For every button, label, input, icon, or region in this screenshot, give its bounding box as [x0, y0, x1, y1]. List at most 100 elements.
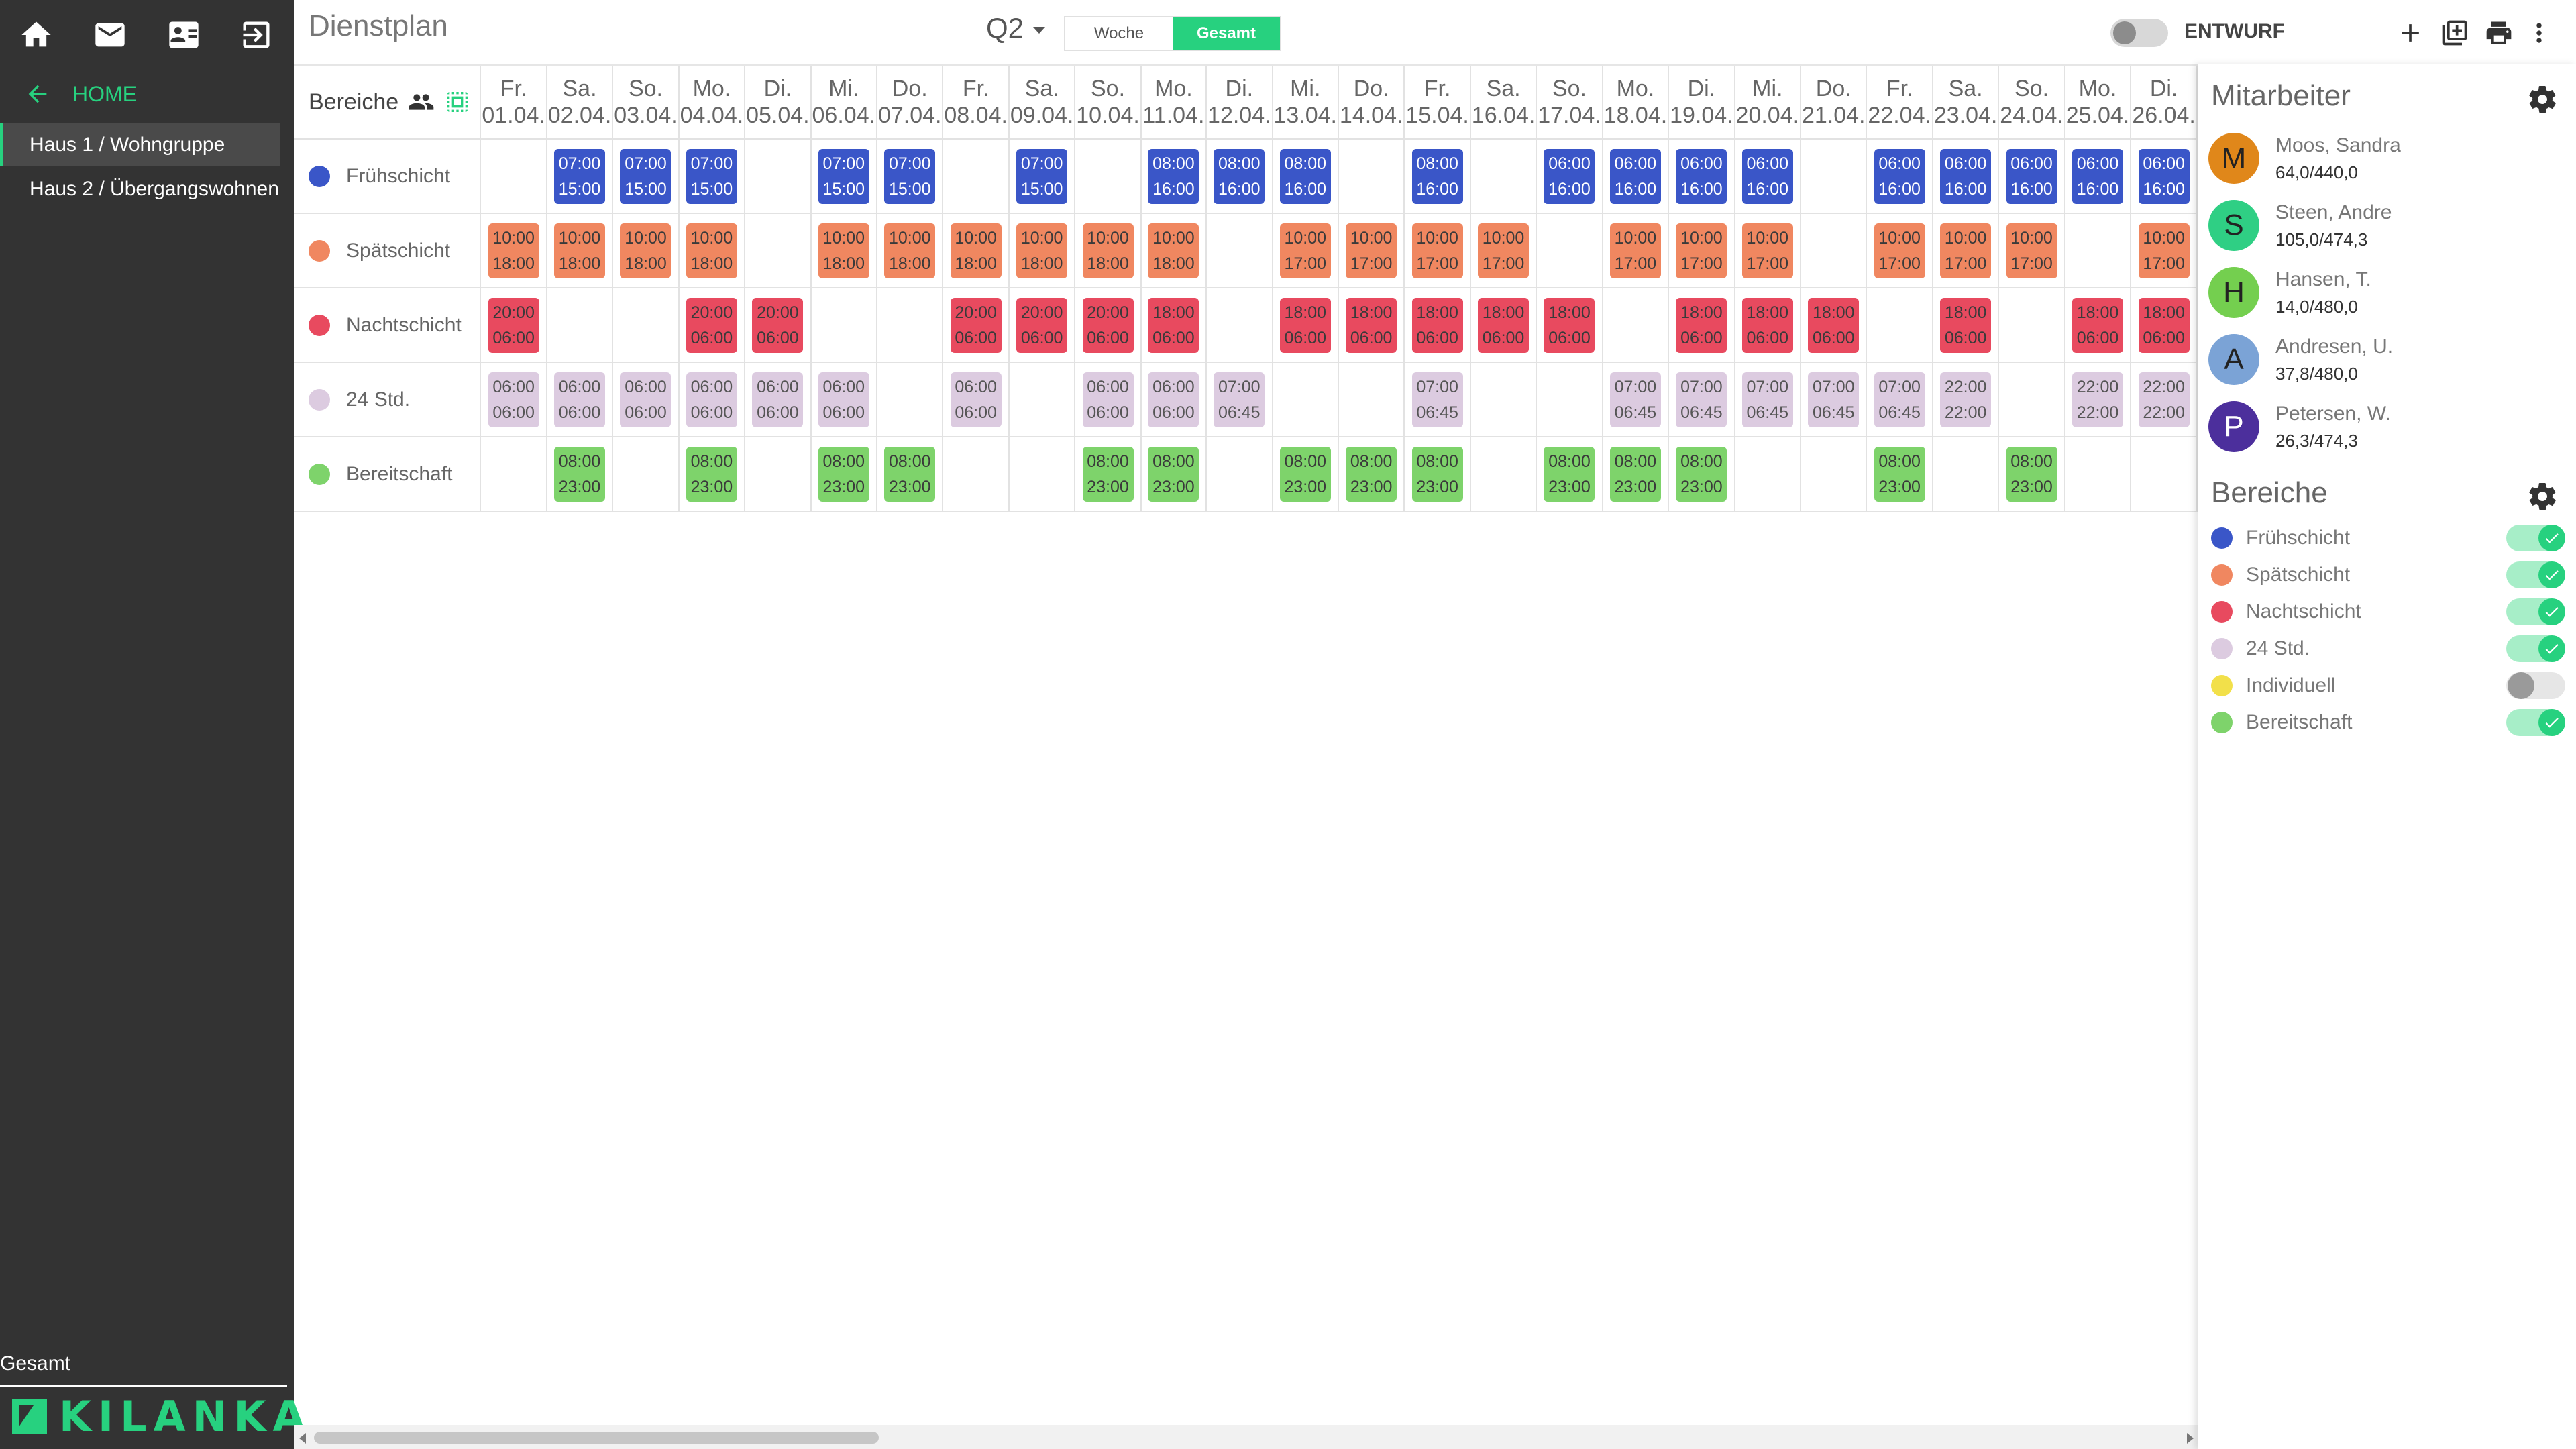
day-cell[interactable]: 10:00 18:00: [1075, 213, 1142, 288]
areas-settings-gear-icon[interactable]: [2526, 480, 2559, 513]
shift-chip[interactable]: 08:00 23:00: [1346, 446, 1397, 502]
day-cell[interactable]: [546, 288, 614, 363]
shift-chip[interactable]: 06:00 06:00: [686, 372, 737, 427]
day-cell[interactable]: 10:00 18:00: [678, 213, 746, 288]
day-header[interactable]: Fr. 15.04.: [1404, 66, 1471, 140]
day-header[interactable]: So. 17.04.: [1536, 66, 1603, 140]
day-cell[interactable]: 10:00 17:00: [2131, 213, 2198, 288]
people-icon[interactable]: [408, 89, 435, 115]
shift-chip[interactable]: 10:00 17:00: [1279, 223, 1331, 278]
day-cell[interactable]: 20:00 06:00: [1008, 288, 1076, 363]
day-cell[interactable]: 06:00 06:00: [480, 362, 547, 437]
day-header[interactable]: Fr. 22.04.: [1866, 66, 1933, 140]
logout-icon[interactable]: [232, 12, 280, 58]
day-cell[interactable]: 10:00 18:00: [810, 213, 878, 288]
day-cell[interactable]: [480, 437, 547, 512]
day-cell[interactable]: 20:00 06:00: [1075, 288, 1142, 363]
employees-settings-gear-icon[interactable]: [2526, 83, 2559, 115]
shift-chip[interactable]: 10:00 18:00: [950, 223, 1002, 278]
day-header[interactable]: Di. 19.04.: [1668, 66, 1735, 140]
day-cell[interactable]: [1008, 437, 1076, 512]
shift-chip[interactable]: 10:00 18:00: [686, 223, 737, 278]
day-cell[interactable]: 08:00 23:00: [1668, 437, 1735, 512]
day-cell[interactable]: 20:00 06:00: [480, 288, 547, 363]
day-cell[interactable]: 07:00 15:00: [678, 139, 746, 214]
day-header[interactable]: Sa. 09.04.: [1008, 66, 1076, 140]
shift-chip[interactable]: 20:00 06:00: [950, 297, 1002, 353]
day-cell[interactable]: 07:00 06:45: [1801, 362, 1868, 437]
plus-icon[interactable]: [2392, 15, 2428, 51]
day-cell[interactable]: [612, 437, 680, 512]
mail-icon[interactable]: [86, 12, 134, 58]
shift-chip[interactable]: 18:00 06:00: [1411, 297, 1463, 353]
shift-chip[interactable]: 10:00 18:00: [554, 223, 606, 278]
shift-chip[interactable]: 07:00 15:00: [554, 148, 606, 204]
shift-chip[interactable]: 10:00 18:00: [1082, 223, 1134, 278]
day-cell[interactable]: 06:00 16:00: [1866, 139, 1933, 214]
shift-chip[interactable]: 06:00 16:00: [2072, 148, 2123, 204]
day-cell[interactable]: 10:00 17:00: [1734, 213, 1802, 288]
shift-chip[interactable]: 10:00 17:00: [2138, 223, 2190, 278]
day-cell[interactable]: 10:00 17:00: [1668, 213, 1735, 288]
shift-chip[interactable]: 07:00 15:00: [1016, 148, 1068, 204]
area-toggle[interactable]: [2506, 525, 2565, 551]
day-cell[interactable]: 08:00 23:00: [1998, 437, 2065, 512]
day-cell[interactable]: 18:00 06:00: [1932, 288, 2000, 363]
day-cell[interactable]: 18:00 06:00: [1272, 288, 1339, 363]
day-cell[interactable]: 06:00 06:00: [546, 362, 614, 437]
day-cell[interactable]: 07:00 06:45: [1668, 362, 1735, 437]
day-cell[interactable]: 10:00 17:00: [1866, 213, 1933, 288]
shift-chip[interactable]: 08:00 16:00: [1148, 148, 1199, 204]
shift-chip[interactable]: 06:00 06:00: [950, 372, 1002, 427]
day-cell[interactable]: 18:00 06:00: [2064, 288, 2132, 363]
day-header[interactable]: Di. 26.04.: [2131, 66, 2198, 140]
day-cell[interactable]: [877, 362, 944, 437]
shift-chip[interactable]: 06:00 06:00: [620, 372, 672, 427]
day-cell[interactable]: 07:00 06:45: [1404, 362, 1471, 437]
day-cell[interactable]: 07:00 06:45: [1734, 362, 1802, 437]
shift-chip[interactable]: 10:00 18:00: [488, 223, 539, 278]
day-header[interactable]: Mo. 25.04.: [2064, 66, 2132, 140]
day-cell[interactable]: 20:00 06:00: [943, 288, 1010, 363]
day-cell[interactable]: 10:00 18:00: [1140, 213, 1208, 288]
day-cell[interactable]: [1470, 437, 1538, 512]
day-header[interactable]: Mo. 04.04.: [678, 66, 746, 140]
day-cell[interactable]: [1734, 437, 1802, 512]
day-cell[interactable]: [745, 437, 812, 512]
day-cell[interactable]: 10:00 17:00: [1272, 213, 1339, 288]
day-cell[interactable]: [1801, 213, 1868, 288]
day-header[interactable]: Do. 14.04.: [1338, 66, 1405, 140]
shift-chip[interactable]: 10:00 17:00: [1940, 223, 1992, 278]
shift-chip[interactable]: 22:00 22:00: [2072, 372, 2123, 427]
day-cell[interactable]: 18:00 06:00: [1734, 288, 1802, 363]
day-cell[interactable]: 18:00 06:00: [1536, 288, 1603, 363]
shift-chip[interactable]: 08:00 23:00: [818, 446, 869, 502]
sidebar-item-haus-2[interactable]: Haus 2 / Übergangswohnen: [0, 168, 280, 211]
shift-chip[interactable]: 07:00 06:45: [1214, 372, 1265, 427]
shift-chip[interactable]: 18:00 06:00: [1741, 297, 1793, 353]
day-cell[interactable]: 06:00 16:00: [1602, 139, 1670, 214]
day-cell[interactable]: [1008, 362, 1076, 437]
day-cell[interactable]: [1338, 139, 1405, 214]
shift-chip[interactable]: 10:00 18:00: [1148, 223, 1199, 278]
day-cell[interactable]: [1932, 437, 2000, 512]
day-cell[interactable]: 08:00 23:00: [678, 437, 746, 512]
day-cell[interactable]: 08:00 16:00: [1140, 139, 1208, 214]
day-header[interactable]: Sa. 23.04.: [1932, 66, 2000, 140]
shift-chip[interactable]: 06:00 16:00: [2006, 148, 2057, 204]
shift-chip[interactable]: 07:00 15:00: [818, 148, 869, 204]
day-cell[interactable]: 22:00 22:00: [1932, 362, 2000, 437]
day-cell[interactable]: 08:00 23:00: [1140, 437, 1208, 512]
day-cell[interactable]: 10:00 18:00: [612, 213, 680, 288]
day-cell[interactable]: 08:00 23:00: [1602, 437, 1670, 512]
day-cell[interactable]: [810, 288, 878, 363]
day-cell[interactable]: 18:00 06:00: [1338, 288, 1405, 363]
day-cell[interactable]: 10:00 18:00: [546, 213, 614, 288]
day-cell[interactable]: 08:00 23:00: [1272, 437, 1339, 512]
day-cell[interactable]: [1998, 362, 2065, 437]
home-back-link[interactable]: HOME: [24, 75, 137, 113]
day-header[interactable]: Sa. 16.04.: [1470, 66, 1538, 140]
day-cell[interactable]: [1206, 213, 1273, 288]
shift-chip[interactable]: 18:00 06:00: [1676, 297, 1727, 353]
shift-chip[interactable]: 10:00 17:00: [1478, 223, 1529, 278]
